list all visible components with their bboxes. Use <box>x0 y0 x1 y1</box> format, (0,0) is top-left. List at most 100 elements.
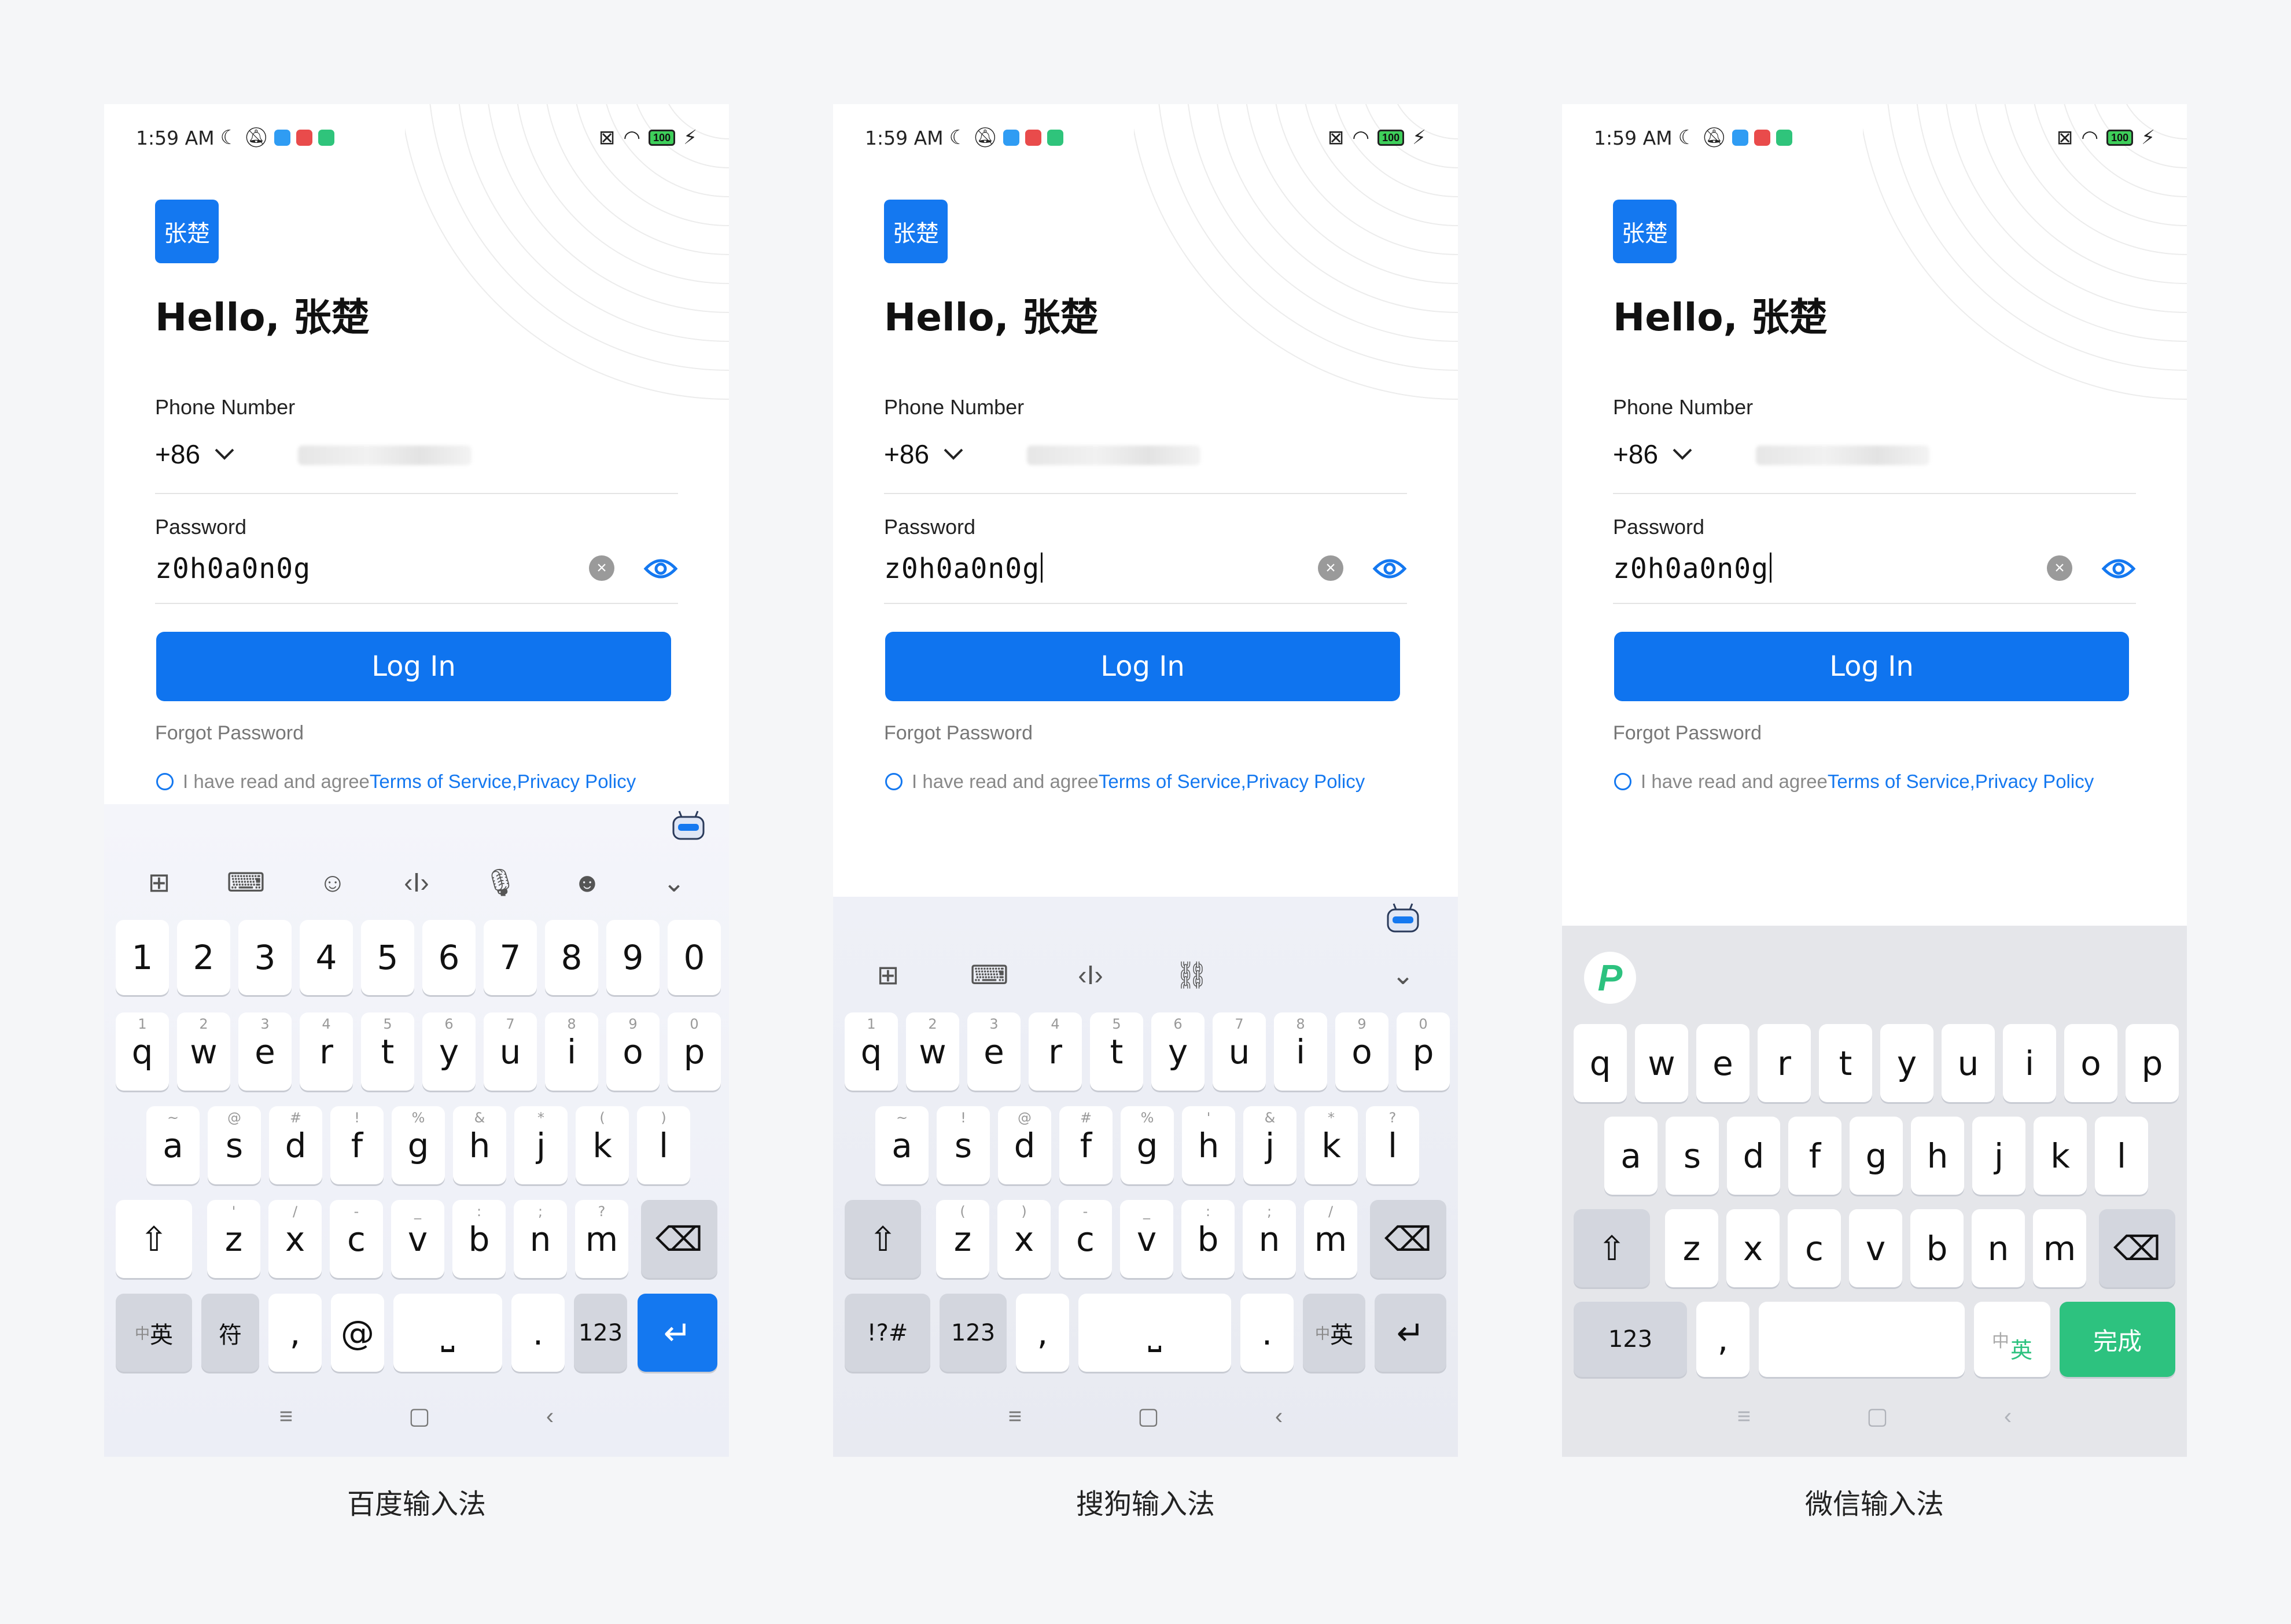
login-button[interactable]: Log In <box>885 632 1400 701</box>
key-letter[interactable]: p <box>2126 1024 2179 1102</box>
symbols-key[interactable]: !?# <box>845 1294 930 1372</box>
clear-icon[interactable]: × <box>2047 555 2072 581</box>
key-letter[interactable]: j <box>1972 1117 2025 1195</box>
forgot-password-link[interactable]: Forgot Password <box>884 722 1033 745</box>
period-key[interactable]: . <box>511 1294 565 1372</box>
key-letter[interactable]: ; n <box>1243 1200 1296 1278</box>
key-letter[interactable]: d <box>1727 1117 1780 1195</box>
clear-icon[interactable]: × <box>589 555 614 581</box>
country-code-select[interactable]: +86 <box>1613 439 1693 470</box>
key-letter[interactable]: # d <box>269 1106 322 1184</box>
key-letter[interactable]: -c <box>330 1200 383 1278</box>
key-letter[interactable]: 3e <box>967 1012 1021 1091</box>
key-letter[interactable]: % g <box>1121 1106 1174 1184</box>
key-letter[interactable]: 8i <box>545 1012 598 1091</box>
phone-number-blurred[interactable] <box>298 445 472 465</box>
cursor-icon[interactable]: ‹I› <box>393 859 440 905</box>
key-letter[interactable]: u <box>1942 1024 1995 1102</box>
login-button[interactable]: Log In <box>1614 632 2129 701</box>
menu-icon[interactable]: ≡ <box>1737 1404 1751 1430</box>
key-number[interactable]: 7 <box>484 920 537 995</box>
key-letter[interactable]: _ v <box>391 1200 444 1278</box>
home-icon[interactable]: ▢ <box>1137 1403 1159 1430</box>
link-icon[interactable]: ⛓︎ <box>1169 952 1215 998</box>
terms-link[interactable]: Terms of Service <box>370 771 512 793</box>
back-icon[interactable]: ‹ <box>1275 1404 1283 1430</box>
keyboard-icon[interactable]: ⌨ <box>966 952 1012 998</box>
microphone-icon[interactable]: 🎙︎ <box>477 859 524 905</box>
key-letter[interactable]: ) l <box>637 1106 690 1184</box>
key-letter[interactable]: 6y <box>422 1012 476 1091</box>
key-letter[interactable]: 1q <box>116 1012 169 1091</box>
key-letter[interactable]: @ s <box>208 1106 261 1184</box>
key-letter[interactable]: 2w <box>906 1012 959 1091</box>
key-letter[interactable]: g <box>1850 1117 1903 1195</box>
robot-icon[interactable] <box>671 810 706 840</box>
key-letter[interactable]: v <box>1849 1209 1902 1287</box>
terms-link[interactable]: Terms of Service <box>1099 771 1241 793</box>
punctuation-key[interactable]: , <box>1696 1302 1749 1377</box>
eye-icon[interactable] <box>643 554 678 583</box>
numbers-key[interactable]: 123 <box>940 1294 1007 1372</box>
key-letter[interactable]: f <box>1788 1117 1841 1195</box>
backspace-key[interactable]: ⌫ <box>2099 1209 2175 1287</box>
phone-number-blurred[interactable] <box>1027 445 1200 465</box>
country-code-select[interactable]: +86 <box>884 439 964 470</box>
key-letter[interactable]: @ d <box>998 1106 1051 1184</box>
key-letter[interactable]: c <box>1788 1209 1841 1287</box>
key-letter[interactable]: w <box>1635 1024 1688 1102</box>
space-key[interactable]: ⎵ <box>1078 1294 1231 1372</box>
clear-icon[interactable]: × <box>1318 555 1343 581</box>
key-letter[interactable]: a <box>1604 1117 1658 1195</box>
key-letter[interactable]: q <box>1574 1024 1627 1102</box>
key-letter[interactable]: 8i <box>1274 1012 1327 1091</box>
privacy-link[interactable]: Privacy Policy <box>517 771 636 793</box>
comma-key[interactable]: , <box>1016 1294 1069 1372</box>
key-letter[interactable]: ? m <box>575 1200 628 1278</box>
home-icon[interactable]: ▢ <box>1866 1403 1888 1430</box>
space-key[interactable] <box>1759 1302 1965 1377</box>
key-letter[interactable]: ) x <box>997 1200 1051 1278</box>
lang-switch-key[interactable]: 中英 <box>1974 1302 2050 1377</box>
password-input[interactable]: z0h0a0n0g <box>884 553 1043 585</box>
key-letter[interactable]: t <box>1819 1024 1872 1102</box>
country-code-select[interactable]: +86 <box>155 439 235 470</box>
sticker-icon[interactable]: ☻ <box>564 859 610 905</box>
privacy-link[interactable]: Privacy Policy <box>1975 771 2094 793</box>
agree-checkbox[interactable] <box>156 773 174 790</box>
backspace-key[interactable]: ⌫ <box>1370 1200 1446 1278</box>
key-letter[interactable]: y <box>1880 1024 1933 1102</box>
key-letter[interactable]: * k <box>1305 1106 1358 1184</box>
enter-key[interactable]: ↵ <box>1375 1294 1446 1372</box>
robot-icon[interactable] <box>1386 903 1420 933</box>
backspace-key[interactable]: ⌫ <box>641 1200 717 1278</box>
key-letter[interactable]: & h <box>453 1106 506 1184</box>
done-key[interactable]: 完成 <box>2060 1302 2175 1377</box>
key-letter[interactable]: 9o <box>606 1012 660 1091</box>
key-number[interactable]: 4 <box>300 920 353 995</box>
forgot-password-link[interactable]: Forgot Password <box>1613 722 1762 745</box>
key-letter[interactable]: ' h <box>1182 1106 1235 1184</box>
home-icon[interactable]: ▢ <box>408 1403 430 1430</box>
key-letter[interactable]: ! f <box>330 1106 384 1184</box>
keyboard-icon[interactable]: ⌨ <box>223 859 269 905</box>
period-key[interactable]: . <box>1240 1294 1294 1372</box>
space-key[interactable]: ⎵ <box>393 1294 502 1372</box>
key-letter[interactable]: 4r <box>1029 1012 1082 1091</box>
key-letter[interactable]: ? l <box>1366 1106 1419 1184</box>
key-letter[interactable]: 3e <box>238 1012 292 1091</box>
collapse-keyboard-icon[interactable]: ⌄ <box>1380 952 1426 998</box>
back-icon[interactable]: ‹ <box>546 1404 554 1430</box>
agree-checkbox[interactable] <box>885 773 903 790</box>
key-letter[interactable]: (k <box>576 1106 629 1184</box>
key-letter[interactable]: b <box>1910 1209 1964 1287</box>
menu-icon[interactable]: ≡ <box>279 1404 293 1430</box>
shift-key[interactable]: ⇧ <box>845 1200 921 1278</box>
key-letter[interactable]: h <box>1911 1117 1964 1195</box>
password-input[interactable]: z0h0a0n0g <box>1613 553 1771 585</box>
key-letter[interactable]: # f <box>1059 1106 1113 1184</box>
key-number[interactable]: 5 <box>361 920 414 995</box>
key-number[interactable]: 8 <box>545 920 598 995</box>
lang-switch-key[interactable]: 中英 <box>116 1294 192 1372</box>
key-letter[interactable]: % g <box>392 1106 445 1184</box>
